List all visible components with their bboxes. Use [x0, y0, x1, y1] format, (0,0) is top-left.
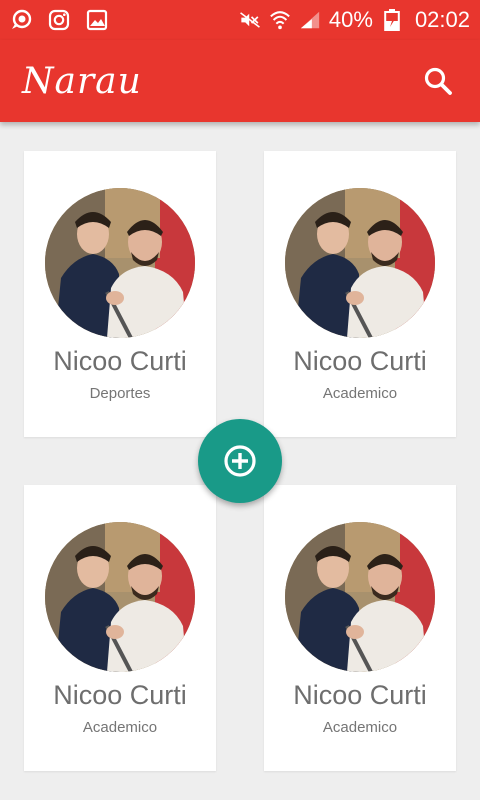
wifi-icon — [269, 9, 291, 31]
add-circle-icon — [224, 445, 256, 477]
status-bar-system: 40% 02:02 — [239, 7, 470, 33]
signal-icon — [299, 9, 321, 31]
search-button[interactable] — [418, 61, 458, 101]
profile-category: Academico — [82, 719, 158, 736]
profile-name: Nicoo Curti — [293, 680, 427, 710]
profile-name: Nicoo Curti — [53, 346, 187, 376]
profile-card[interactable]: Nicoo Curti Academico — [24, 485, 216, 771]
image-icon — [86, 9, 108, 31]
clock: 02:02 — [414, 7, 470, 32]
profile-name: Nicoo Curti — [53, 680, 187, 710]
avatar — [285, 522, 435, 672]
mute-icon — [239, 9, 261, 31]
avatar — [45, 188, 195, 338]
chat-bubble-icon — [10, 9, 32, 31]
profile-card[interactable]: Nicoo Curti Deportes — [24, 151, 216, 437]
app-title: Narau — [22, 60, 142, 102]
app-bar: Narau — [0, 40, 480, 122]
profile-category: Academico — [322, 719, 398, 736]
battery-icon — [381, 9, 403, 31]
profile-card[interactable]: Nicoo Curti Academico — [264, 151, 456, 437]
status-bar: 40% 02:02 — [0, 0, 480, 40]
profile-category: Academico — [322, 385, 398, 402]
profile-category: Deportes — [89, 385, 151, 402]
instagram-icon — [48, 9, 70, 31]
battery-percent: 40% — [328, 7, 373, 32]
search-icon — [424, 67, 452, 95]
status-bar-notifications — [10, 9, 108, 31]
avatar — [45, 522, 195, 672]
avatar — [285, 188, 435, 338]
profile-card[interactable]: Nicoo Curti Academico — [264, 485, 456, 771]
profile-name: Nicoo Curti — [293, 346, 427, 376]
add-button[interactable] — [198, 419, 282, 503]
